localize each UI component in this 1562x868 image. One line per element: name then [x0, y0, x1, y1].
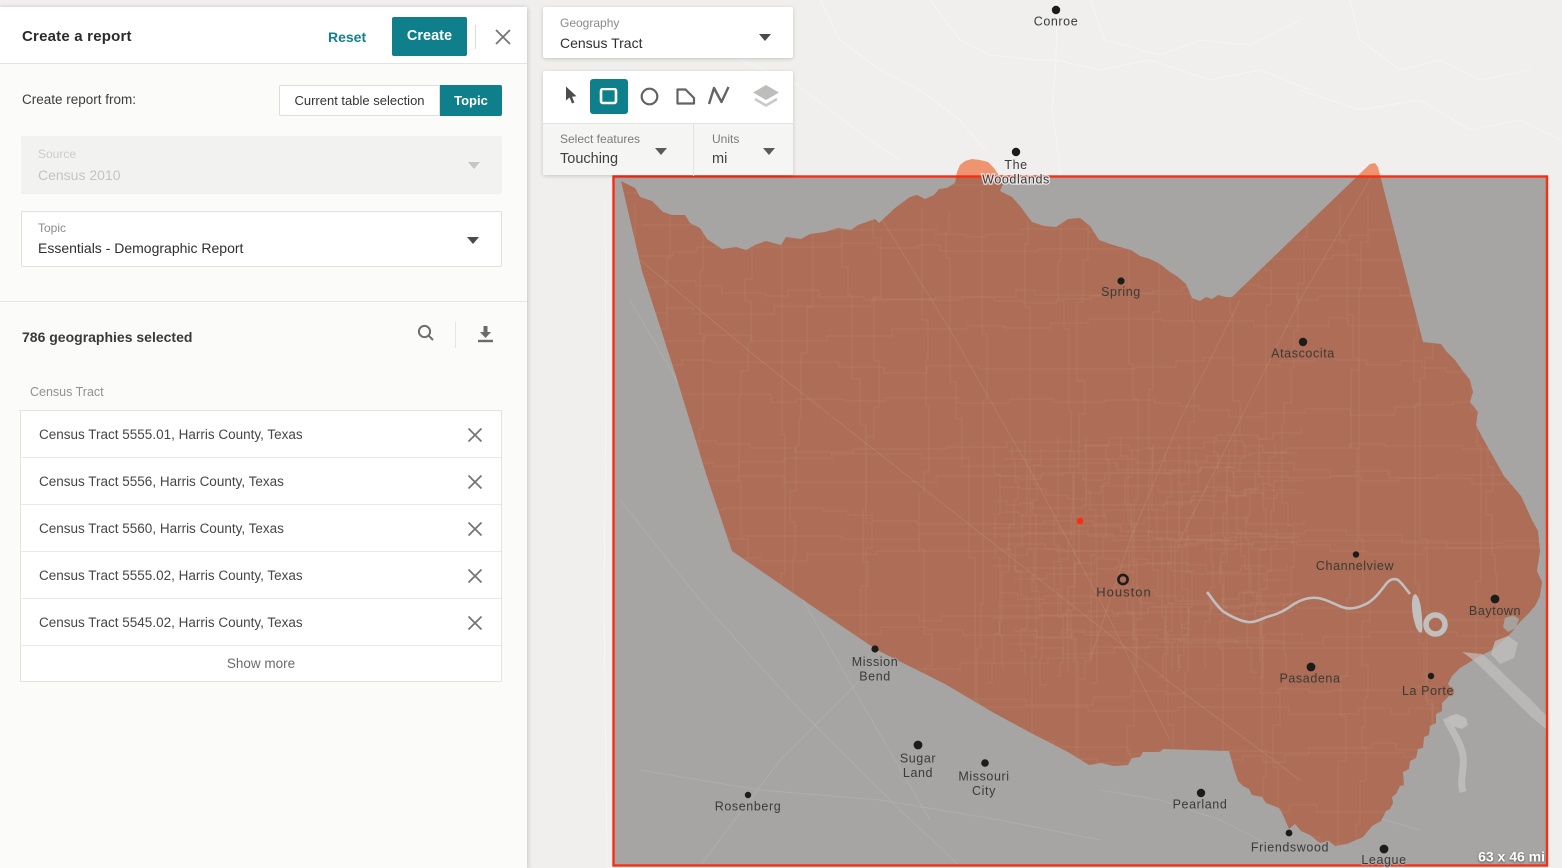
svg-text:Missouri: Missouri — [958, 770, 1009, 784]
svg-text:Sugar: Sugar — [900, 752, 936, 766]
svg-text:Houston: Houston — [1096, 585, 1151, 600]
svg-text:Woodlands: Woodlands — [982, 173, 1050, 187]
svg-text:Atascocita: Atascocita — [1271, 347, 1335, 361]
svg-text:Bend: Bend — [859, 670, 891, 684]
svg-text:Spring: Spring — [1101, 285, 1141, 299]
svg-text:Pearland: Pearland — [1173, 798, 1228, 812]
svg-text:Pasadena: Pasadena — [1279, 672, 1340, 686]
svg-text:Conroe: Conroe — [1034, 15, 1079, 29]
svg-text:Mission: Mission — [852, 655, 899, 669]
svg-text:63 x 46 mi: 63 x 46 mi — [1478, 849, 1545, 865]
svg-text:Baytown: Baytown — [1469, 604, 1521, 618]
svg-text:City: City — [972, 784, 996, 798]
svg-text:League: League — [1361, 853, 1406, 867]
svg-text:La Porte: La Porte — [1402, 684, 1454, 698]
svg-text:The: The — [1004, 158, 1027, 172]
svg-text:Land: Land — [903, 766, 933, 780]
svg-text:Friendswood: Friendswood — [1251, 841, 1329, 855]
svg-text:Rosenberg: Rosenberg — [715, 800, 782, 814]
svg-text:Channelview: Channelview — [1316, 559, 1395, 573]
